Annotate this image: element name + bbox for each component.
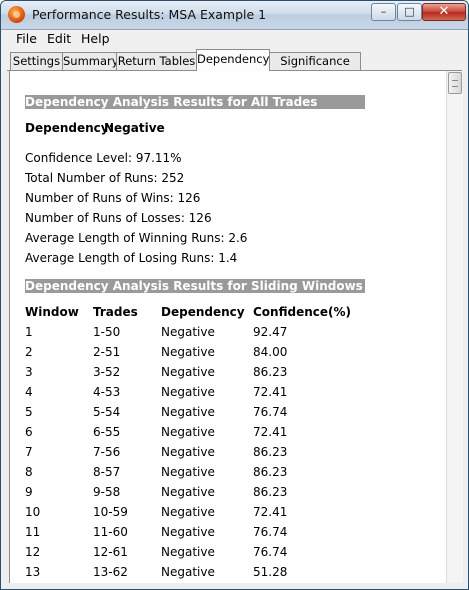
- cell-window: 2: [25, 345, 33, 359]
- scroll-thumb[interactable]: [448, 72, 462, 94]
- menu-edit[interactable]: Edit: [47, 31, 71, 46]
- cell-window: 12: [25, 545, 41, 559]
- cell-confidence: 86.23: [253, 465, 288, 479]
- stat-runs-of-losses: Number of Runs of Losses: 126: [25, 211, 212, 225]
- cell-dependency: Negative: [161, 445, 215, 459]
- stat-total-runs: Total Number of Runs: 252: [25, 171, 185, 185]
- stat-confidence-level: Confidence Level: 97.11%: [25, 151, 182, 165]
- tab-summary[interactable]: Summary: [62, 52, 119, 70]
- dependency-label: Dependency:: [25, 121, 114, 135]
- cell-dependency: Negative: [161, 405, 215, 419]
- tab-return-tables[interactable]: Return Tables: [116, 52, 197, 70]
- cell-window: 1: [25, 325, 33, 339]
- minimize-button[interactable]: –: [371, 3, 396, 21]
- cell-dependency: Negative: [161, 325, 215, 339]
- cell-trades: 13-62: [93, 565, 128, 579]
- cell-window: 7: [25, 445, 33, 459]
- cell-trades: 2-51: [93, 345, 121, 359]
- cell-window: 8: [25, 465, 33, 479]
- cell-confidence: 76.74: [253, 405, 288, 419]
- cell-window: 4: [25, 385, 33, 399]
- column-header-confidence: Confidence(%): [253, 305, 352, 319]
- vertical-scrollbar[interactable]: ▲: [446, 71, 463, 583]
- app-window: Performance Results: MSA Example 1 – □ ✕…: [0, 0, 469, 590]
- column-header-dependency: Dependency: [161, 305, 245, 319]
- cell-trades: 4-53: [93, 385, 121, 399]
- cell-window: 6: [25, 425, 33, 439]
- column-header-window: Window: [25, 305, 79, 319]
- cell-confidence: 76.74: [253, 525, 288, 539]
- window-title: Performance Results: MSA Example 1: [32, 7, 267, 22]
- sliding-windows-heading: Dependency Analysis Results for Sliding …: [25, 279, 365, 293]
- cell-dependency: Negative: [161, 345, 215, 359]
- cell-dependency: Negative: [161, 385, 215, 399]
- cell-trades: 10-59: [93, 505, 128, 519]
- cell-trades: 3-52: [93, 365, 121, 379]
- cell-confidence: 86.23: [253, 365, 288, 379]
- results-panel: Dependency Analysis Results for All Trad…: [9, 71, 446, 583]
- stat-avg-winning-run: Average Length of Winning Runs: 2.6: [25, 231, 248, 245]
- cell-trades: 8-57: [93, 465, 121, 479]
- cell-confidence: 76.74: [253, 545, 288, 559]
- maximize-button[interactable]: □: [397, 3, 422, 21]
- cell-confidence: 86.23: [253, 485, 288, 499]
- cell-dependency: Negative: [161, 565, 215, 579]
- cell-window: 9: [25, 485, 33, 499]
- tab-significance-test[interactable]: Significance Test: [269, 52, 361, 84]
- cell-dependency: Negative: [161, 365, 215, 379]
- cell-confidence: 86.23: [253, 445, 288, 459]
- cell-trades: 5-54: [93, 405, 121, 419]
- cell-confidence: 72.41: [253, 425, 288, 439]
- tab-settings[interactable]: Settings: [10, 52, 63, 70]
- column-header-trades: Trades: [93, 305, 138, 319]
- tab-dependency[interactable]: Dependency: [196, 49, 270, 71]
- cell-dependency: Negative: [161, 425, 215, 439]
- tab-strip: Settings Summary Return Tables Dependenc…: [1, 49, 468, 84]
- cell-trades: 11-60: [93, 525, 128, 539]
- cell-confidence: 84.00: [253, 345, 288, 359]
- cell-window: 3: [25, 365, 33, 379]
- stat-runs-of-wins: Number of Runs of Wins: 126: [25, 191, 201, 205]
- cell-window: 5: [25, 405, 33, 419]
- cell-dependency: Negative: [161, 545, 215, 559]
- all-trades-heading: Dependency Analysis Results for All Trad…: [25, 95, 365, 109]
- menu-help[interactable]: Help: [81, 31, 110, 46]
- cell-dependency: Negative: [161, 505, 215, 519]
- app-logo-icon: [8, 6, 25, 23]
- cell-dependency: Negative: [161, 465, 215, 479]
- cell-window: 11: [25, 525, 41, 539]
- cell-trades: 12-61: [93, 545, 128, 559]
- cell-window: 13: [25, 565, 41, 579]
- menu-bar: File Edit Help: [1, 30, 468, 48]
- cell-confidence: 92.47: [253, 325, 288, 339]
- menu-file[interactable]: File: [16, 31, 37, 46]
- close-button[interactable]: ✕: [422, 3, 466, 21]
- cell-trades: 9-58: [93, 485, 121, 499]
- cell-window: 10: [25, 505, 41, 519]
- cell-confidence: 72.41: [253, 385, 288, 399]
- title-bar[interactable]: Performance Results: MSA Example 1 – □ ✕: [1, 1, 468, 30]
- cell-trades: 6-55: [93, 425, 121, 439]
- cell-confidence: 72.41: [253, 505, 288, 519]
- cell-confidence: 51.28: [253, 565, 288, 579]
- cell-trades: 1-50: [93, 325, 121, 339]
- dependency-value: Negative: [104, 121, 165, 135]
- cell-dependency: Negative: [161, 525, 215, 539]
- cell-trades: 7-56: [93, 445, 121, 459]
- stat-avg-losing-run: Average Length of Losing Runs: 1.4: [25, 251, 238, 265]
- cell-dependency: Negative: [161, 485, 215, 499]
